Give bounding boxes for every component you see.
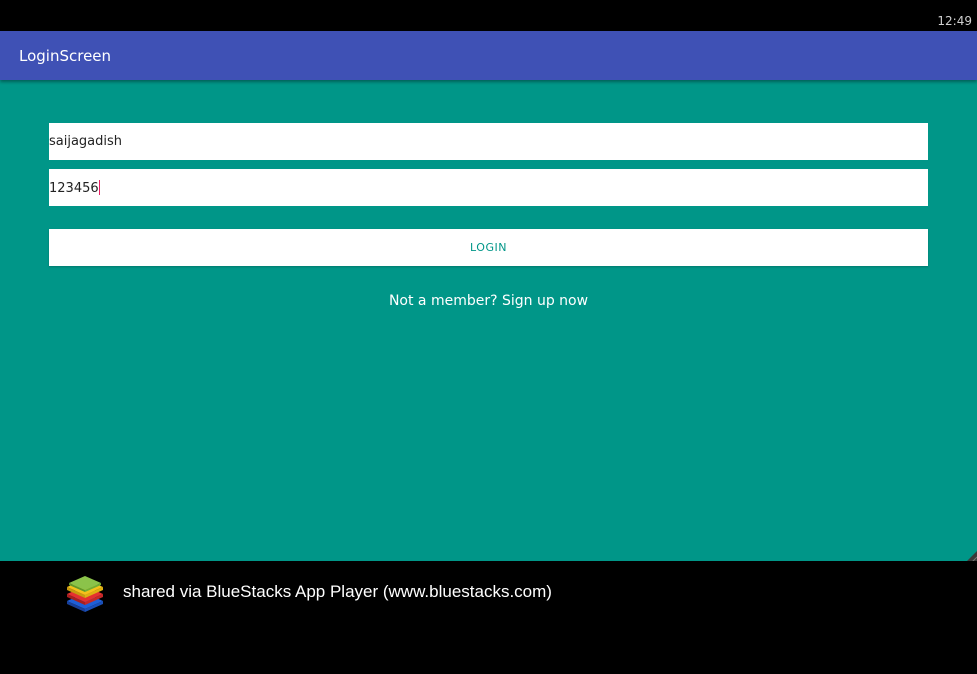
status-bar: 12:49	[0, 0, 977, 31]
bluestacks-logo-icon	[67, 576, 103, 612]
username-field[interactable]: saijagadish	[49, 123, 928, 160]
app-bar: LoginScreen	[0, 31, 977, 80]
login-button[interactable]: LOGIN	[49, 229, 928, 266]
password-text: 123456	[49, 180, 100, 196]
app-title: LoginScreen	[19, 47, 112, 65]
share-caption: shared via BlueStacks App Player (www.bl…	[123, 582, 552, 601]
android-screen: 12:49 LoginScreen saijagadish 123456 LOG…	[0, 0, 977, 674]
username-value: saijagadish	[49, 134, 123, 149]
status-time: 12:49	[937, 14, 972, 28]
login-form: saijagadish 123456 LOGIN Not a member? S…	[0, 80, 977, 561]
password-value: 123456	[49, 181, 99, 196]
password-field[interactable]: 123456	[49, 169, 928, 206]
signup-link[interactable]: Not a member? Sign up now	[0, 293, 977, 309]
bluestacks-share-bar: shared via BlueStacks App Player (www.bl…	[0, 561, 977, 674]
text-cursor	[98, 180, 100, 195]
